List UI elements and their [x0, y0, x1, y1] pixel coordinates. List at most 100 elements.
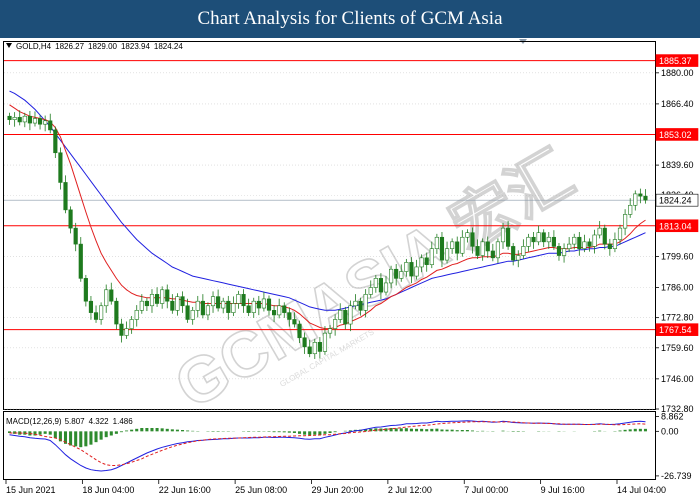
- candle-body: [480, 241, 485, 256]
- candle-body: [333, 319, 338, 329]
- price-tick-label-10: 1759.60: [661, 343, 694, 353]
- macd-value-signal: 4.322: [88, 417, 109, 426]
- symbol-name: GOLD: [16, 42, 39, 51]
- candle: [165, 284, 170, 309]
- candle: [561, 243, 567, 263]
- candle: [63, 175, 68, 214]
- candle-body: [43, 120, 48, 125]
- candle: [612, 232, 618, 253]
- candle-body: [378, 278, 383, 293]
- candle-body: [297, 323, 302, 339]
- price-tick-label-6: 1799.60: [661, 251, 694, 261]
- candle-body: [119, 323, 124, 336]
- candle-body: [536, 232, 541, 243]
- candle-body: [63, 182, 68, 211]
- macd-tick-label-1: 0.00: [661, 426, 679, 436]
- symbol-info-bar: GOLD,H4 1826.27 1829.00 1823.94 1824.24: [6, 42, 187, 51]
- candle-body: [312, 342, 317, 355]
- candle-body: [99, 305, 104, 320]
- triangle-down-icon[interactable]: [6, 43, 12, 48]
- candle: [144, 297, 149, 312]
- candle-body: [414, 266, 419, 277]
- candle: [32, 111, 38, 127]
- candle: [567, 237, 572, 253]
- candle: [526, 233, 531, 252]
- candle-body: [368, 287, 373, 295]
- candle: [53, 126, 58, 159]
- candle-body: [272, 310, 277, 316]
- candle: [119, 318, 124, 343]
- candle: [37, 115, 43, 130]
- candle: [190, 306, 195, 325]
- candle-body: [556, 246, 562, 256]
- candle-body: [592, 234, 597, 247]
- candle-body: [221, 300, 226, 309]
- candle-body: [429, 248, 434, 265]
- candle-body: [643, 195, 648, 201]
- candle-body: [506, 227, 511, 247]
- candle-body: [48, 120, 53, 131]
- candle-body: [439, 236, 445, 261]
- candle-body: [251, 300, 256, 313]
- candle-body: [338, 310, 343, 320]
- candle-body: [154, 294, 160, 304]
- candle-body: [485, 241, 490, 252]
- candle-body: [27, 115, 32, 124]
- candle-body: [587, 241, 592, 247]
- candle: [516, 250, 521, 268]
- timeframe: ,H4: [38, 42, 52, 51]
- candle-body: [68, 209, 73, 229]
- candle: [43, 115, 48, 132]
- candle: [180, 291, 185, 313]
- candle: [241, 289, 246, 313]
- candle-body: [73, 227, 78, 245]
- macd-tick-label-0: 8.862: [661, 412, 684, 422]
- candle: [210, 291, 216, 313]
- candle: [231, 296, 236, 317]
- candle: [104, 284, 109, 313]
- candle-body: [83, 278, 88, 302]
- candle-body: [526, 236, 531, 247]
- candle-body: [490, 250, 495, 259]
- candle: [88, 295, 94, 320]
- candle: [633, 190, 638, 211]
- candle-body: [327, 328, 333, 334]
- candle-body: [404, 262, 409, 272]
- candle-body: [638, 193, 643, 197]
- time-tick-label-0: 15 Jun 2021: [6, 485, 56, 495]
- candle-body: [104, 289, 109, 307]
- candle: [551, 230, 556, 250]
- candle-body: [607, 243, 612, 249]
- candle: [154, 287, 160, 307]
- candle-body: [322, 332, 328, 352]
- candle-body: [546, 236, 551, 243]
- candle-body: [617, 227, 623, 240]
- candle-body: [160, 289, 165, 304]
- candle: [623, 209, 628, 236]
- resistance-label-0: 1885.37: [659, 56, 692, 66]
- candle-body: [409, 262, 414, 277]
- candle: [73, 222, 78, 252]
- candle-body: [190, 310, 195, 320]
- candle: [236, 290, 241, 309]
- candle-body: [572, 236, 577, 245]
- candle-body: [470, 232, 475, 247]
- candle: [78, 237, 83, 282]
- candle-body: [424, 257, 429, 265]
- price-tick-label-8: 1772.80: [661, 313, 694, 323]
- candle: [511, 242, 516, 266]
- candle-body: [256, 300, 261, 309]
- candle: [521, 239, 526, 259]
- candle-body: [317, 342, 322, 352]
- candle-body: [358, 300, 363, 311]
- candle-body: [134, 310, 139, 320]
- candle-body: [236, 294, 241, 304]
- candle-body: [37, 118, 43, 125]
- candle-body: [185, 305, 190, 320]
- resistance-label-1: 1853.02: [659, 130, 692, 140]
- time-tick-label-6: 7 Jul 00:00: [464, 485, 508, 495]
- candle-body: [383, 282, 389, 293]
- candle: [129, 316, 134, 334]
- candle-body: [363, 294, 368, 311]
- candle-body: [577, 236, 582, 249]
